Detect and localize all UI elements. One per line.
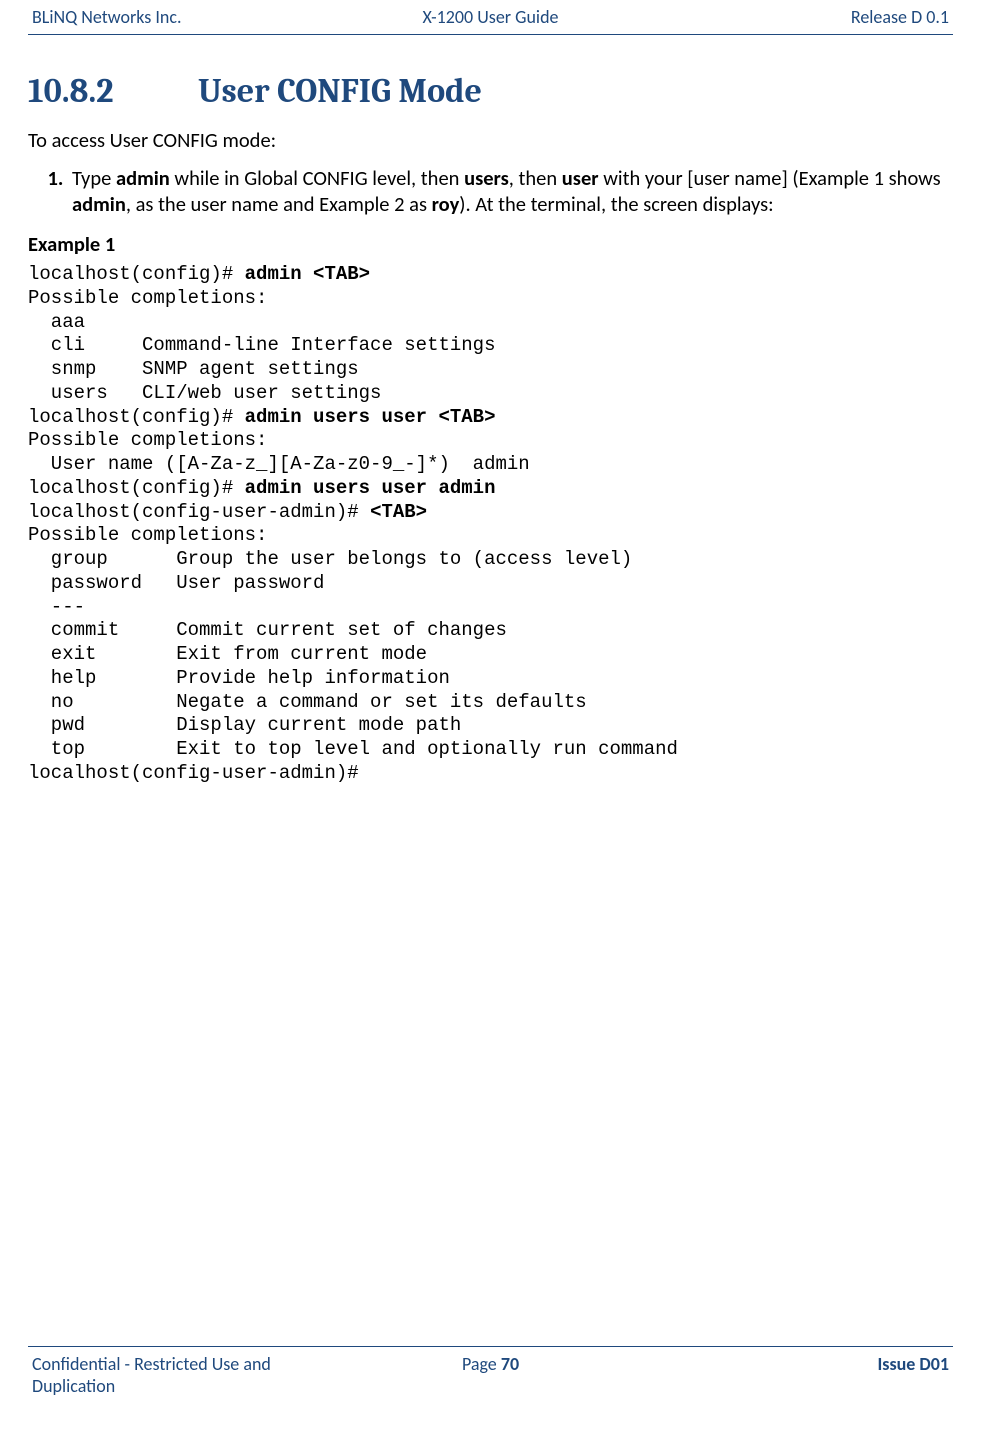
code-l17: exit Exit from current mode: [28, 643, 427, 665]
page-footer: Confidential - Restricted Use and Duplic…: [28, 1346, 953, 1413]
code-l01a: localhost(config)#: [28, 263, 245, 285]
code-l09: User name ([A-Za-z_][A-Za-z0-9_-]*) admi…: [28, 453, 530, 475]
code-l04: cli Command-line Interface settings: [28, 334, 495, 356]
intro-text: To access User CONFIG mode:: [28, 127, 953, 153]
footer-page-label: Page: [462, 1353, 501, 1375]
example1-label: Example 1: [28, 231, 953, 257]
terminal-output: localhost(config)# admin <TAB> Possible …: [28, 263, 953, 786]
footer-issue: Issue D01: [643, 1353, 949, 1375]
step1-t5: ). At the terminal, the screen displays:: [459, 191, 773, 217]
code-l22: localhost(config-user-admin)#: [28, 762, 359, 784]
footer-page: Page 70: [338, 1353, 644, 1375]
code-l15: ---: [28, 596, 85, 618]
section-number: 10.8.2: [28, 71, 198, 111]
footer-confidential: Confidential - Restricted Use and Duplic…: [32, 1353, 338, 1397]
step1-b1: users: [464, 165, 509, 191]
step1-t3: with your [user name] (Example 1 shows: [599, 165, 941, 191]
step1-t0: Type: [72, 165, 116, 191]
page-header: BLiNQ Networks Inc. X-1200 User Guide Re…: [28, 0, 953, 35]
code-l19: no Negate a command or set its defaults: [28, 691, 587, 713]
step1-b0: admin: [116, 165, 170, 191]
code-l11a: localhost(config-user-admin)#: [28, 501, 370, 523]
steps-list: Type admin while in Global CONFIG level,…: [28, 165, 953, 217]
code-l20: pwd Display current mode path: [28, 714, 461, 736]
code-l16: commit Commit current set of changes: [28, 619, 507, 641]
code-l05: snmp SNMP agent settings: [28, 358, 359, 380]
code-l13: group Group the user belongs to (access …: [28, 548, 632, 570]
code-l07b: admin users user <TAB>: [245, 406, 496, 428]
code-l01b: admin <TAB>: [245, 263, 370, 285]
code-l10a: localhost(config)#: [28, 477, 245, 499]
code-l03: aaa: [28, 311, 85, 333]
step1-t1: while in Global CONFIG level, then: [170, 165, 464, 191]
code-l18: help Provide help information: [28, 667, 450, 689]
step1-t4: , as the user name and Example 2 as: [126, 191, 432, 217]
code-l10b: admin users user admin: [245, 477, 496, 499]
step1-t2: , then: [509, 165, 562, 191]
section-title-text: User CONFIG Mode: [198, 71, 482, 111]
code-l11b: <TAB>: [370, 501, 427, 523]
code-l08: Possible completions:: [28, 429, 267, 451]
step1-b2: user: [562, 165, 599, 191]
code-l21: top Exit to top level and optionally run…: [28, 738, 678, 760]
header-release: Release D 0.1: [643, 6, 949, 28]
code-l07a: localhost(config)#: [28, 406, 245, 428]
code-l14: password User password: [28, 572, 324, 594]
step1-b3: admin: [72, 191, 126, 217]
section-heading: 10.8.2User CONFIG Mode: [28, 71, 953, 111]
code-l02: Possible completions:: [28, 287, 267, 309]
header-doc-title: X-1200 User Guide: [338, 6, 644, 28]
footer-page-number: 70: [501, 1353, 519, 1375]
header-company: BLiNQ Networks Inc.: [32, 6, 338, 28]
code-l12: Possible completions:: [28, 524, 267, 546]
code-l06: users CLI/web user settings: [28, 382, 381, 404]
step1-b4: roy: [432, 191, 460, 217]
step-1: Type admin while in Global CONFIG level,…: [68, 165, 953, 217]
